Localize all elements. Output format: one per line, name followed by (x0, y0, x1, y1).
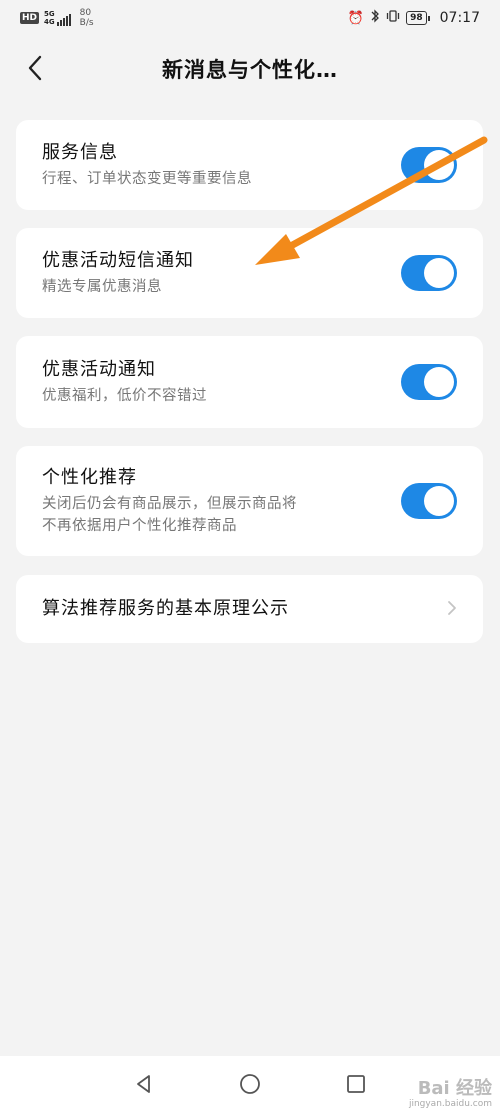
setting-title: 个性化推荐 (42, 467, 137, 488)
link-label: 算法推荐服务的基本原理公示 (42, 598, 289, 619)
setting-title: 优惠活动短信通知 (42, 250, 194, 271)
header: 新消息与个性化… (0, 36, 500, 102)
setting-description: 精选专属优惠消息 (42, 279, 162, 295)
nav-back-button[interactable] (132, 1072, 156, 1096)
setting-description: 关闭后仍会有商品展示，但展示商品将 不再依据用户个性化推荐商品 (42, 496, 297, 534)
setting-promo-sms: 优惠活动短信通知 精选专属优惠消息 (16, 228, 483, 318)
square-recents-icon (347, 1075, 365, 1093)
setting-title: 优惠活动通知 (42, 359, 156, 380)
service-info-toggle[interactable] (401, 147, 457, 183)
chevron-right-icon (447, 597, 457, 622)
setting-title: 服务信息 (42, 142, 118, 163)
setting-description: 行程、订单状态变更等重要信息 (42, 171, 252, 187)
network-speed: 80 B/s (79, 8, 94, 28)
setting-service-info: 服务信息 行程、订单状态变更等重要信息 (16, 120, 483, 210)
clock: 07:17 (439, 10, 480, 26)
algorithm-principle-link[interactable]: 算法推荐服务的基本原理公示 (16, 575, 483, 643)
vibrate-icon (386, 9, 400, 27)
signal-icon: 5G 4G (44, 10, 71, 26)
nav-home-button[interactable] (238, 1072, 262, 1096)
nav-recents-button[interactable] (344, 1072, 368, 1096)
battery-icon: 98 (406, 11, 430, 25)
watermark: Bai 经验 jingyan.baidu.com (408, 1078, 492, 1110)
triangle-back-icon (137, 1075, 150, 1093)
setting-personalized-recommend: 个性化推荐 关闭后仍会有商品展示，但展示商品将 不再依据用户个性化推荐商品 (16, 446, 483, 556)
setting-promo-notification: 优惠活动通知 优惠福利，低价不容错过 (16, 336, 483, 428)
system-nav-bar: Bai 经验 jingyan.baidu.com (0, 1056, 500, 1111)
page-title: 新消息与个性化… (162, 58, 338, 82)
hd-badge: HD (20, 12, 40, 24)
alarm-icon: ⏰ (347, 10, 365, 26)
promo-notification-toggle[interactable] (401, 364, 457, 400)
network-type-top: 5G (44, 10, 55, 18)
back-button[interactable] (18, 50, 54, 86)
personalized-recommend-toggle[interactable] (401, 483, 457, 519)
circle-home-icon (240, 1074, 260, 1094)
promo-sms-toggle[interactable] (401, 255, 457, 291)
network-type-bottom: 4G (44, 18, 55, 26)
bluetooth-icon (370, 9, 380, 27)
chevron-left-icon (28, 55, 42, 81)
setting-description: 优惠福利，低价不容错过 (42, 388, 207, 404)
status-bar: HD 5G 4G 80 B/s ⏰ 98 07:17 (0, 0, 500, 36)
